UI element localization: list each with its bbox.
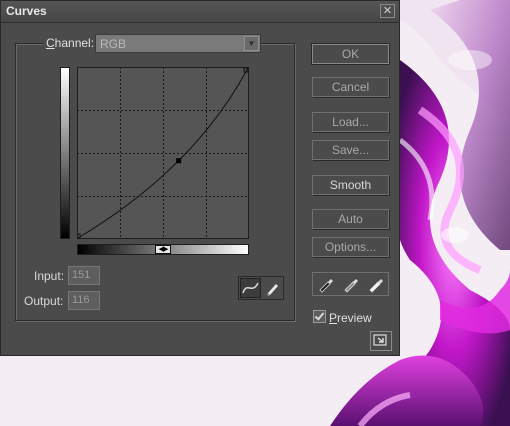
channel-label-text: hannel: xyxy=(54,36,95,50)
preview-label: review xyxy=(337,311,372,325)
close-icon: ✕ xyxy=(382,5,393,17)
input-label: Input: xyxy=(34,269,65,283)
output-gradient-bar xyxy=(60,67,70,239)
black-point-eyedropper[interactable] xyxy=(314,274,338,294)
window-title: Curves xyxy=(6,4,47,18)
channel-label: Channel: xyxy=(43,36,98,50)
gradient-direction-toggle[interactable]: ◀▶ xyxy=(155,245,171,254)
preview-checkbox[interactable] xyxy=(313,310,326,323)
gray-eyedropper-icon xyxy=(344,279,358,293)
load-button-label: Load... xyxy=(332,115,369,129)
output-label: Output: xyxy=(24,294,64,308)
gray-point-eyedropper[interactable] xyxy=(339,274,363,294)
options-button[interactable]: Options... xyxy=(312,237,389,257)
channel-select-value: RGB xyxy=(100,37,127,51)
expand-icon xyxy=(373,334,387,346)
curve-tool-button[interactable] xyxy=(240,278,261,298)
curve-tool-icon xyxy=(242,282,259,294)
pencil-tool-button[interactable] xyxy=(262,278,283,298)
output-field[interactable]: 116 xyxy=(68,291,100,310)
curve-graph[interactable] xyxy=(75,67,249,239)
curve-graph-svg[interactable] xyxy=(75,67,249,239)
cancel-button[interactable]: Cancel xyxy=(312,77,389,97)
black-eyedropper-icon xyxy=(319,279,333,293)
curve-tool-group xyxy=(238,276,284,300)
channel-select[interactable]: RGB ▼ xyxy=(95,34,261,53)
title-bar[interactable]: Curves ✕ xyxy=(1,1,399,23)
chevron-down-icon[interactable]: ▼ xyxy=(244,36,259,51)
white-eyedropper-icon xyxy=(369,279,383,293)
pencil-tool-icon xyxy=(267,284,278,296)
curve-control-point[interactable] xyxy=(176,158,182,164)
save-button-label: Save... xyxy=(331,143,370,157)
eyedropper-group xyxy=(312,272,389,296)
preview-label-mnemonic: P xyxy=(329,311,338,325)
smooth-button[interactable]: Smooth xyxy=(312,175,389,195)
input-field[interactable]: 151 xyxy=(68,266,100,285)
preview-checkbox-row[interactable]: Preview xyxy=(313,310,372,325)
load-button[interactable]: Load... xyxy=(312,112,389,132)
ok-button[interactable]: OK xyxy=(311,43,390,65)
auto-button[interactable]: Auto xyxy=(312,209,389,229)
expand-graph-button[interactable] xyxy=(370,331,392,351)
channel-label-mnemonic: C xyxy=(46,36,55,50)
save-button[interactable]: Save... xyxy=(312,140,389,160)
close-button[interactable]: ✕ xyxy=(380,4,395,18)
curves-dialog: Curves ✕ Channel: RGB ▼ ◀▶ Input: 151 Ou… xyxy=(0,0,400,356)
white-point-eyedropper[interactable] xyxy=(364,274,388,294)
